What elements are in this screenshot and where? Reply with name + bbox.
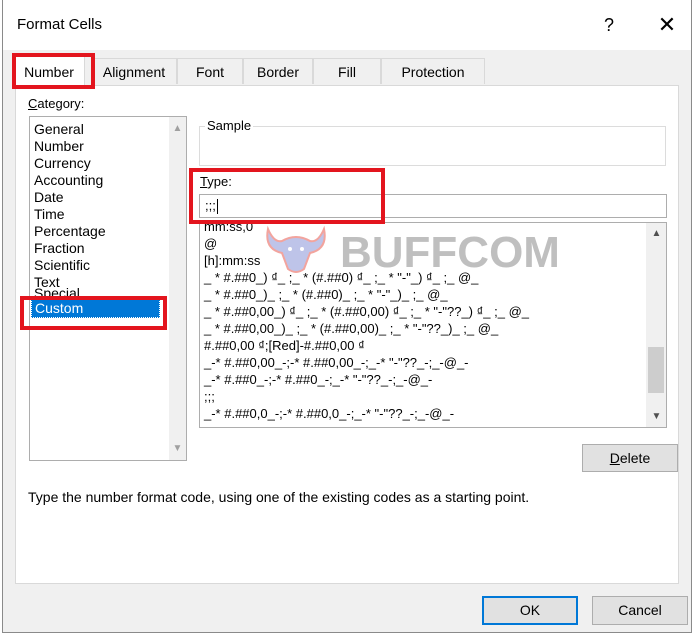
dialog-title: Format Cells <box>17 16 103 33</box>
category-item-fraction[interactable]: Fraction <box>34 240 85 257</box>
type-input-value: ;;; <box>205 198 216 213</box>
format-code-item[interactable]: @ <box>204 235 217 252</box>
sample-label: Sample <box>205 118 254 133</box>
tab-number[interactable]: Number <box>13 56 85 86</box>
category-label: Category: <box>28 96 85 111</box>
category-item-accounting[interactable]: Accounting <box>34 172 103 189</box>
format-code-item[interactable]: mm:ss,0 <box>204 223 253 235</box>
category-item-time[interactable]: Time <box>34 206 65 223</box>
category-item-number[interactable]: Number <box>34 138 84 155</box>
format-code-item[interactable]: _-* #.##0,0_-;-* #.##0,0_-;_-* "-"??_-;_… <box>204 405 454 422</box>
tab-border[interactable]: Border <box>243 58 313 84</box>
format-code-item[interactable]: _ * #.##0,00_) ₫_ ;_ * (#.##0,00) ₫_ ;_ … <box>204 303 529 320</box>
category-item-general[interactable]: General <box>34 121 84 138</box>
bull-logo-icon <box>266 225 326 273</box>
title-bar: Format Cells ? ✕ <box>3 0 691 50</box>
category-scrollbar[interactable]: ▲ ▼ <box>169 117 186 460</box>
text-caret <box>216 199 218 215</box>
tab-alignment[interactable]: Alignment <box>91 58 177 84</box>
close-button[interactable]: ✕ <box>649 11 685 39</box>
format-cells-dialog: Format Cells ? ✕ Number Alignment Font B… <box>2 0 692 633</box>
format-code-item[interactable]: _ * #.##0_)_ ;_ * (#.##0)_ ;_ * "-"_)_ ;… <box>204 286 448 303</box>
category-item-scientific[interactable]: Scientific <box>34 257 90 274</box>
tab-protection[interactable]: Protection <box>381 58 485 84</box>
ok-button[interactable]: OK <box>482 596 578 625</box>
hint-text: Type the number format code, using one o… <box>28 489 530 505</box>
category-item-currency[interactable]: Currency <box>34 155 91 172</box>
scroll-up-icon[interactable]: ▲ <box>169 120 186 137</box>
format-list-scrollbar[interactable]: ▲ ▼ <box>646 223 666 427</box>
category-item-custom[interactable]: Custom <box>31 299 160 318</box>
watermark-text: BUFFCOM <box>340 228 560 275</box>
scroll-down-icon[interactable]: ▼ <box>169 440 186 457</box>
scroll-thumb[interactable] <box>648 346 664 393</box>
scroll-down-icon[interactable]: ▼ <box>648 408 665 425</box>
format-code-item[interactable]: ;;; <box>204 388 215 405</box>
format-code-item[interactable]: _ * #.##0,00_)_ ;_ * (#.##0,00)_ ;_ * "-… <box>204 320 498 337</box>
buffcom-watermark: BUFFCOM <box>266 225 560 275</box>
tab-fill[interactable]: Fill <box>313 58 381 84</box>
number-tab-panel: Category: General Number Currency Accoun… <box>15 85 679 584</box>
format-code-item[interactable]: #.##0,00 ₫;[Red]-#.##0,00 ₫ <box>204 337 365 354</box>
cancel-button[interactable]: Cancel <box>592 596 688 625</box>
category-item-percentage[interactable]: Percentage <box>34 223 106 240</box>
tab-font[interactable]: Font <box>177 58 243 84</box>
sample-group <box>199 126 666 166</box>
format-code-item[interactable]: _-* #.##0_-;-* #.##0_-;_-* "-"??_-;_-@_- <box>204 371 432 388</box>
delete-button[interactable]: Delete <box>582 444 678 472</box>
format-code-item[interactable]: [h]:mm:ss <box>204 252 260 269</box>
category-list[interactable]: General Number Currency Accounting Date … <box>29 116 187 461</box>
help-button[interactable]: ? <box>591 11 627 39</box>
format-code-list[interactable]: mm:ss,0 @ [h]:mm:ss _ * #.##0_) ₫_ ;_ * … <box>199 222 667 428</box>
scroll-up-icon[interactable]: ▲ <box>648 225 665 242</box>
type-input[interactable]: ;;; <box>199 194 667 218</box>
format-code-item[interactable]: _-* #.##0,00_-;-* #.##0,00_-;_-* "-"??_-… <box>204 354 469 371</box>
type-label: Type: <box>200 174 232 189</box>
close-icon: ✕ <box>657 12 677 37</box>
category-item-date[interactable]: Date <box>34 189 64 206</box>
format-code-item[interactable]: _ * #.##0_) ₫_ ;_ * (#.##0) ₫_ ;_ * "-"_… <box>204 269 478 286</box>
